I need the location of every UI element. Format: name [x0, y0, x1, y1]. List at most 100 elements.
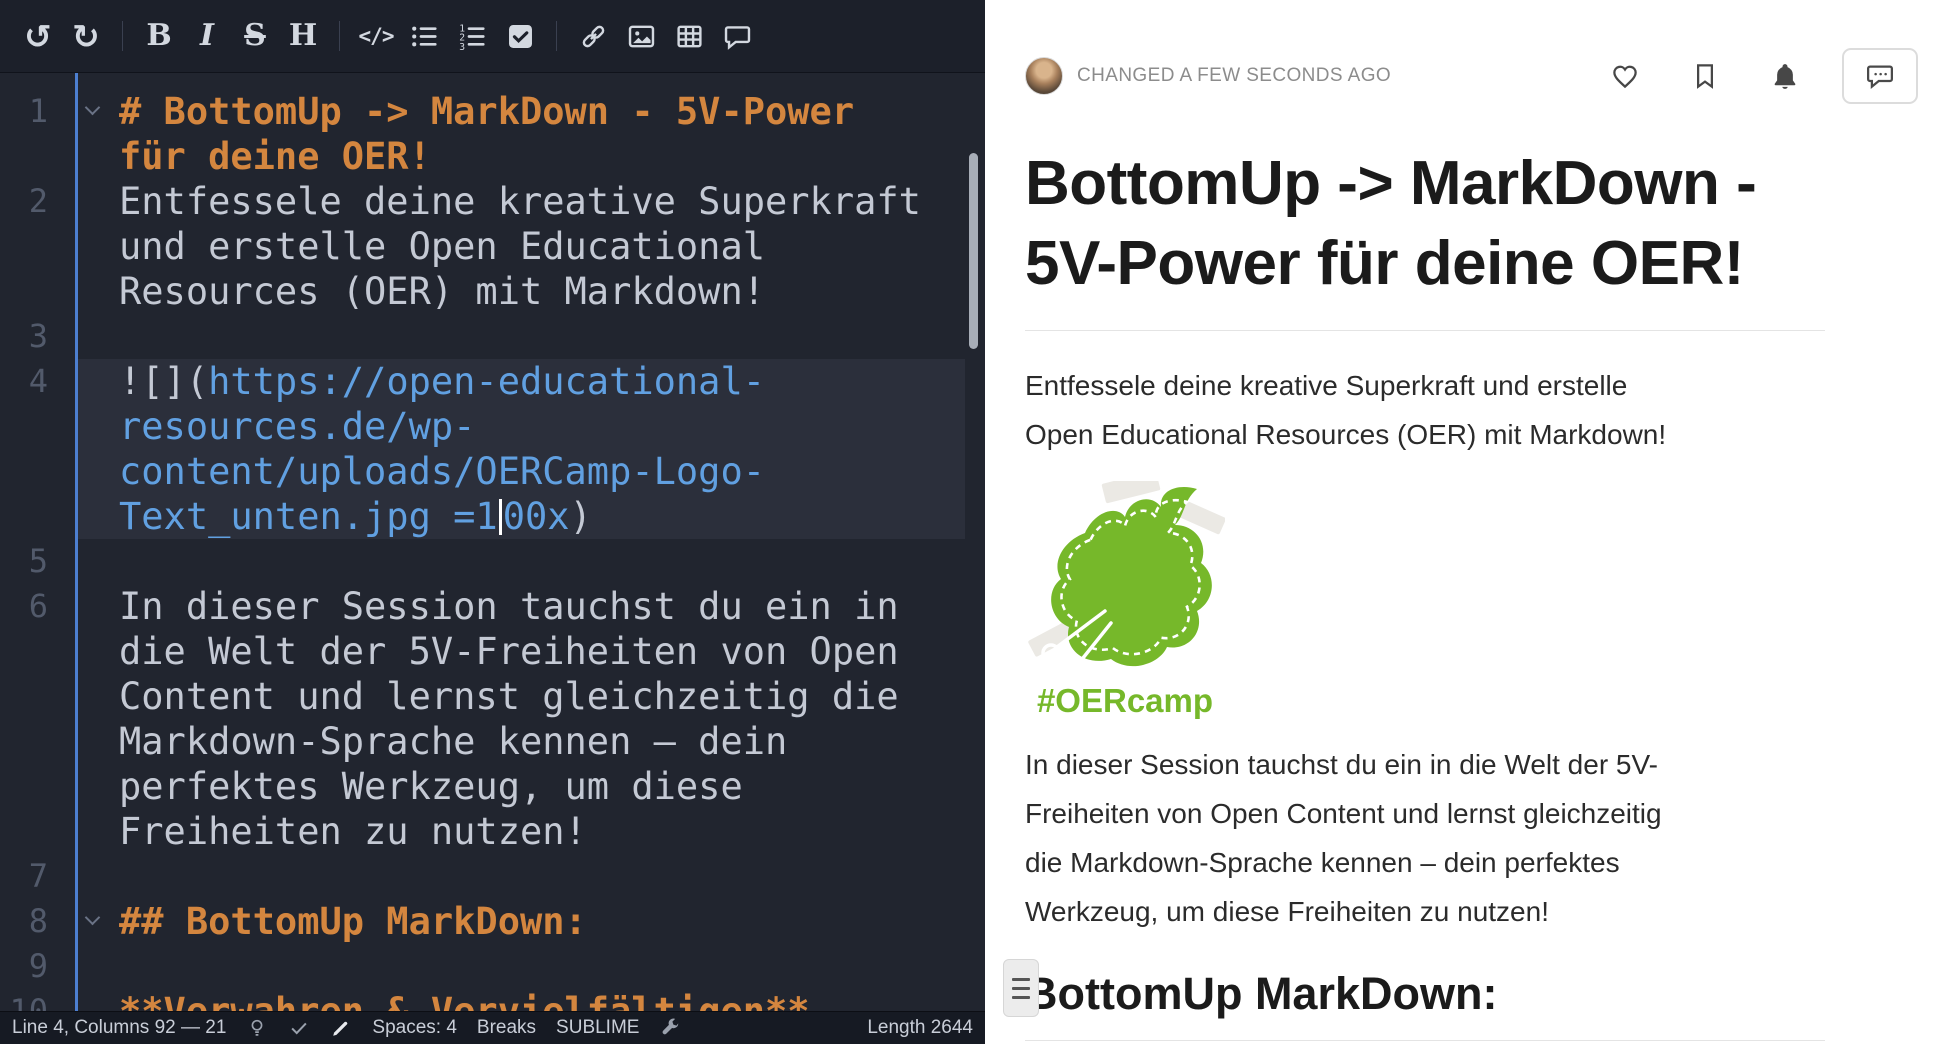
insert-table-button[interactable]	[665, 12, 713, 60]
code-segment: Freiheiten zu nutzen!	[119, 810, 587, 853]
wrench-icon[interactable]	[659, 1017, 681, 1039]
image-icon	[627, 22, 656, 51]
text-cursor	[499, 499, 502, 535]
code-segment: content/uploads/OERCamp-Logo-	[119, 450, 765, 493]
code-segment: perfektes Werkzeug, um diese	[119, 765, 743, 808]
code-text: die Welt der 5V-Freiheiten von Open	[0, 629, 985, 674]
link-icon	[579, 22, 608, 51]
editor-line[interactable]: Text_unten.jpg =100x)	[0, 494, 985, 539]
code-segment: Markdown-Sprache kennen – dein	[119, 720, 787, 763]
editor-line[interactable]: 3	[0, 314, 985, 359]
heart-icon	[1610, 61, 1640, 91]
code-segment: ![](	[119, 360, 208, 403]
italic-icon: I	[200, 21, 214, 51]
code-text: In dieser Session tauchst du ein in	[0, 584, 985, 629]
fold-chevron-icon[interactable]	[86, 102, 99, 115]
section-heading: BottomUp MarkDown:	[1025, 966, 1825, 1041]
code-text: # BottomUp -> MarkDown - 5V-Power	[0, 89, 985, 134]
numbered-list-icon: 123	[458, 22, 487, 51]
comments-panel-button[interactable]	[1842, 48, 1918, 104]
bold-button[interactable]: B	[135, 12, 183, 60]
code-block-button[interactable]: </>	[352, 12, 400, 60]
code-segment: Resources (OER) mit Markdown!	[119, 270, 765, 313]
spaces-setting[interactable]: Spaces: 4	[372, 1017, 457, 1039]
editor-line[interactable]: Content und lernst gleichzeitig die	[0, 674, 985, 719]
bookmark-button[interactable]	[1688, 59, 1722, 93]
grip-line	[1012, 987, 1030, 990]
code-text: ![](https://open-educational-	[0, 359, 985, 404]
editor-line[interactable]: 5	[0, 539, 985, 584]
code-segment: 00x	[503, 495, 570, 538]
lightbulb-icon[interactable]	[246, 1017, 268, 1039]
numbered-list-button[interactable]: 123	[448, 12, 496, 60]
strikethrough-button[interactable]: S	[231, 12, 279, 60]
breaks-setting[interactable]: Breaks	[477, 1017, 536, 1039]
editor-line[interactable]: 6In dieser Session tauchst du ein in	[0, 584, 985, 629]
preview-header: CHANGED A FEW SECONDS AGO	[1025, 48, 1918, 104]
editor-line[interactable]: die Welt der 5V-Freiheiten von Open	[0, 629, 985, 674]
subscribe-button[interactable]	[1768, 59, 1802, 93]
bold-icon: B	[146, 21, 171, 51]
redo-button[interactable]: ↻	[62, 12, 110, 60]
insert-image-button[interactable]	[617, 12, 665, 60]
oercamp-logo-text: #OERcamp	[1025, 682, 1225, 720]
grip-line	[1012, 978, 1030, 981]
code-text: Markdown-Sprache kennen – dein	[0, 719, 985, 764]
editor-scrollbar[interactable]	[969, 153, 978, 349]
italic-button[interactable]: I	[183, 12, 231, 60]
doc-title: BottomUp -> MarkDown - 5V-Power für dein…	[1025, 144, 1825, 331]
editor-statusbar: Line 4, Columns 92 — 21 Spaces: 4 Breaks…	[0, 1011, 985, 1044]
editor-line[interactable]: content/uploads/OERCamp-Logo-	[0, 449, 985, 494]
checklist-button[interactable]	[496, 12, 544, 60]
code-icon: </>	[359, 24, 394, 48]
editor-line[interactable]: 8## BottomUp MarkDown:	[0, 899, 985, 944]
editor-line[interactable]: 7	[0, 854, 985, 899]
editor-line[interactable]: 1# BottomUp -> MarkDown - 5V-Power	[0, 89, 985, 134]
code-segment: )	[570, 495, 592, 538]
undo-button[interactable]: ↺	[14, 12, 62, 60]
toolbar-separator	[339, 21, 340, 51]
brush-icon[interactable]	[330, 1017, 352, 1039]
editor-line[interactable]: Markdown-Sprache kennen – dein	[0, 719, 985, 764]
editor-line[interactable]: und erstelle Open Educational	[0, 224, 985, 269]
like-button[interactable]	[1608, 59, 1642, 93]
keymap-setting[interactable]: SUBLIME	[556, 1017, 639, 1039]
code-text: Content und lernst gleichzeitig die	[0, 674, 985, 719]
editor-line[interactable]: resources.de/wp-	[0, 404, 985, 449]
code-segment: resources.de/wp-	[119, 405, 475, 448]
editor-lines: 1# BottomUp -> MarkDown - 5V-Powerfür de…	[0, 73, 985, 1034]
bullet-list-button[interactable]	[400, 12, 448, 60]
comment-button[interactable]	[713, 12, 761, 60]
code-text: ## BottomUp MarkDown:	[0, 899, 985, 944]
editor-pane: ↺ ↻ B I S H </> 123	[0, 0, 985, 1044]
insert-link-button[interactable]	[569, 12, 617, 60]
editor-line[interactable]: 2Entfessele deine kreative Superkraft	[0, 179, 985, 224]
markdown-editor-app: ↺ ↻ B I S H </> 123	[0, 0, 1938, 1044]
heading-button[interactable]: H	[279, 12, 327, 60]
code-segment: Entfessele deine kreative Superkraft	[119, 180, 921, 223]
oercamp-flame-graphic	[1025, 481, 1225, 681]
fold-chevron-icon[interactable]	[86, 912, 99, 925]
session-paragraph: In dieser Session tauchst du ein in die …	[1025, 740, 1825, 936]
editor-line[interactable]: für deine OER!	[0, 134, 985, 179]
oercamp-logo-image: #OERcamp	[1025, 481, 1235, 720]
line-number: 9	[0, 944, 48, 989]
editor-toolbar: ↺ ↻ B I S H </> 123	[0, 0, 985, 73]
heading-icon: H	[289, 21, 317, 51]
editor-line[interactable]: perfektes Werkzeug, um diese	[0, 764, 985, 809]
doc-length-info[interactable]: Length 2644	[867, 1017, 973, 1039]
code-text: Resources (OER) mit Markdown!	[0, 269, 985, 314]
code-segment: für deine OER!	[119, 135, 431, 178]
editor-line[interactable]: 4![](https://open-educational-	[0, 359, 985, 404]
gutter-accent-line	[75, 73, 78, 1044]
line-number: 3	[0, 314, 48, 359]
avatar[interactable]	[1025, 57, 1063, 95]
preview-pane: CHANGED A FEW SECONDS AGO BottomUp -> Ma…	[985, 0, 1938, 1044]
editor-line[interactable]: Resources (OER) mit Markdown!	[0, 269, 985, 314]
chat-bubble-icon	[1865, 61, 1895, 91]
editor-line[interactable]: Freiheiten zu nutzen!	[0, 809, 985, 854]
pane-resize-handle[interactable]	[1003, 959, 1039, 1017]
spellcheck-check-icon[interactable]	[288, 1017, 310, 1039]
code-editor[interactable]: 1# BottomUp -> MarkDown - 5V-Powerfür de…	[0, 73, 985, 1044]
editor-line[interactable]: 9	[0, 944, 985, 989]
